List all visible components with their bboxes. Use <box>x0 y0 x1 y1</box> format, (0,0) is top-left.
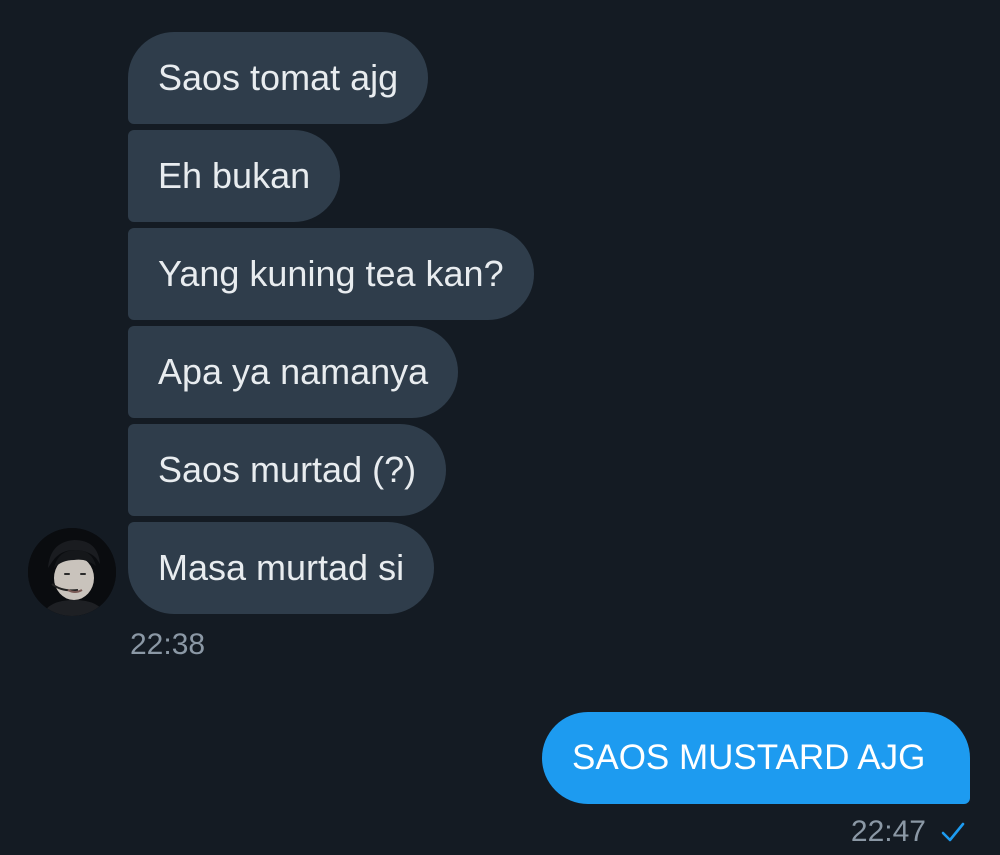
outgoing-message-bubble[interactable]: SAOS MUSTARD AJG <box>542 712 970 804</box>
message-text: Eh bukan <box>158 155 311 196</box>
sender-avatar[interactable] <box>28 528 116 616</box>
incoming-message-bubble[interactable]: Masa murtad si <box>128 522 435 614</box>
conversation-thread: Saos tomat ajg Eh bukan Yang kuning tea … <box>0 0 1000 855</box>
incoming-timestamp: 22:38 <box>130 628 206 661</box>
incoming-message-bubble[interactable]: Eh bukan <box>128 130 341 222</box>
incoming-message-bubble[interactable]: Yang kuning tea kan? <box>128 228 534 320</box>
avatar-photo <box>28 528 116 616</box>
check-icon <box>940 821 966 843</box>
incoming-message-bubble[interactable]: Saos murtad (?) <box>128 424 447 516</box>
message-text: Apa ya namanya <box>158 351 429 392</box>
message-text: Saos tomat ajg <box>158 57 399 98</box>
outgoing-meta: 22:47 <box>851 815 966 849</box>
incoming-message-bubble[interactable]: Saos tomat ajg <box>128 32 429 124</box>
message-text: Saos murtad (?) <box>158 449 417 490</box>
message-text: Yang kuning tea kan? <box>158 253 504 294</box>
outgoing-timestamp: 22:47 <box>850 815 926 848</box>
message-text: Masa murtad si <box>158 547 405 588</box>
incoming-message-bubble[interactable]: Apa ya namanya <box>128 326 459 418</box>
message-text: SAOS MUSTARD AJG <box>572 738 926 777</box>
